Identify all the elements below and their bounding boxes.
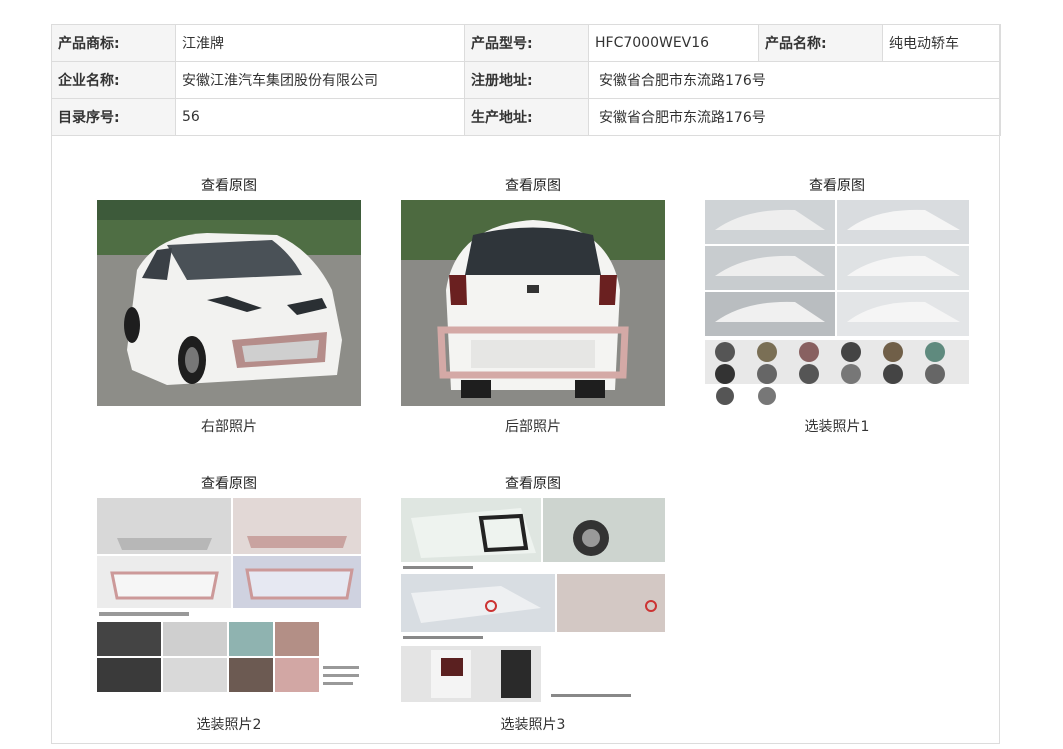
view-original-link[interactable]: 查看原图: [97, 177, 361, 195]
info-row: 目录序号: 56 生产地址: 安徽省合肥市东流路176号: [51, 98, 1001, 136]
product-name-label: 产品名称:: [758, 24, 883, 62]
info-row: 产品商标: 江淮牌 产品型号: HFC7000WEV16 产品名称: 纯电动轿车: [51, 24, 1001, 62]
photo-caption: 选装照片3: [500, 717, 566, 733]
catalog-number-value: 56: [175, 98, 465, 136]
rear-photo[interactable]: [401, 200, 665, 406]
gallery-item-option-1: 查看原图 选装照片1: [705, 177, 969, 436]
gallery-item-rear: 查看原图 后部照片: [401, 177, 665, 436]
production-address-value: 安徽省合肥市东流路176号: [588, 98, 1001, 136]
registered-address-value: 安徽省合肥市东流路176号: [588, 61, 1001, 99]
gallery-item-option-2: 查看原图 选装照片2: [97, 475, 361, 734]
photo-caption: 后部照片: [505, 419, 561, 435]
view-original-link[interactable]: 查看原图: [97, 475, 361, 493]
photo-caption: 选装照片2: [196, 717, 262, 733]
product-info-table: 产品商标: 江淮牌 产品型号: HFC7000WEV16 产品名称: 纯电动轿车…: [51, 24, 1001, 136]
company-label: 企业名称:: [51, 61, 176, 99]
gallery-item-right: 查看原图 右部照片: [97, 177, 361, 436]
option-photo-2[interactable]: [97, 498, 361, 704]
model-label: 产品型号:: [464, 24, 589, 62]
trademark-label: 产品商标:: [51, 24, 176, 62]
product-detail-panel: 产品商标: 江淮牌 产品型号: HFC7000WEV16 产品名称: 纯电动轿车…: [51, 24, 1001, 744]
view-original-link[interactable]: 查看原图: [705, 177, 969, 195]
catalog-number-label: 目录序号:: [51, 98, 176, 136]
photo-caption: 右部照片: [201, 419, 257, 435]
production-address-label: 生产地址:: [464, 98, 589, 136]
trademark-value: 江淮牌: [175, 24, 465, 62]
view-original-link[interactable]: 查看原图: [401, 177, 665, 195]
product-name-value: 纯电动轿车: [882, 24, 1001, 62]
view-original-link[interactable]: 查看原图: [401, 475, 665, 493]
gallery-item-option-3: 查看原图 选装照片3: [401, 475, 665, 734]
option-photo-3[interactable]: [401, 498, 665, 704]
option-photo-1[interactable]: [705, 200, 969, 406]
company-value: 安徽江淮汽车集团股份有限公司: [175, 61, 465, 99]
photo-caption: 选装照片1: [804, 419, 870, 435]
info-row: 企业名称: 安徽江淮汽车集团股份有限公司 注册地址: 安徽省合肥市东流路176号: [51, 61, 1001, 99]
model-value: HFC7000WEV16: [588, 24, 759, 62]
photo-gallery: 查看原图 右部照片 查看原图 后部照片 查看原图 选装照片1 查看原图 选装照片…: [52, 139, 1001, 744]
registered-address-label: 注册地址:: [464, 61, 589, 99]
right-photo[interactable]: [97, 200, 361, 406]
